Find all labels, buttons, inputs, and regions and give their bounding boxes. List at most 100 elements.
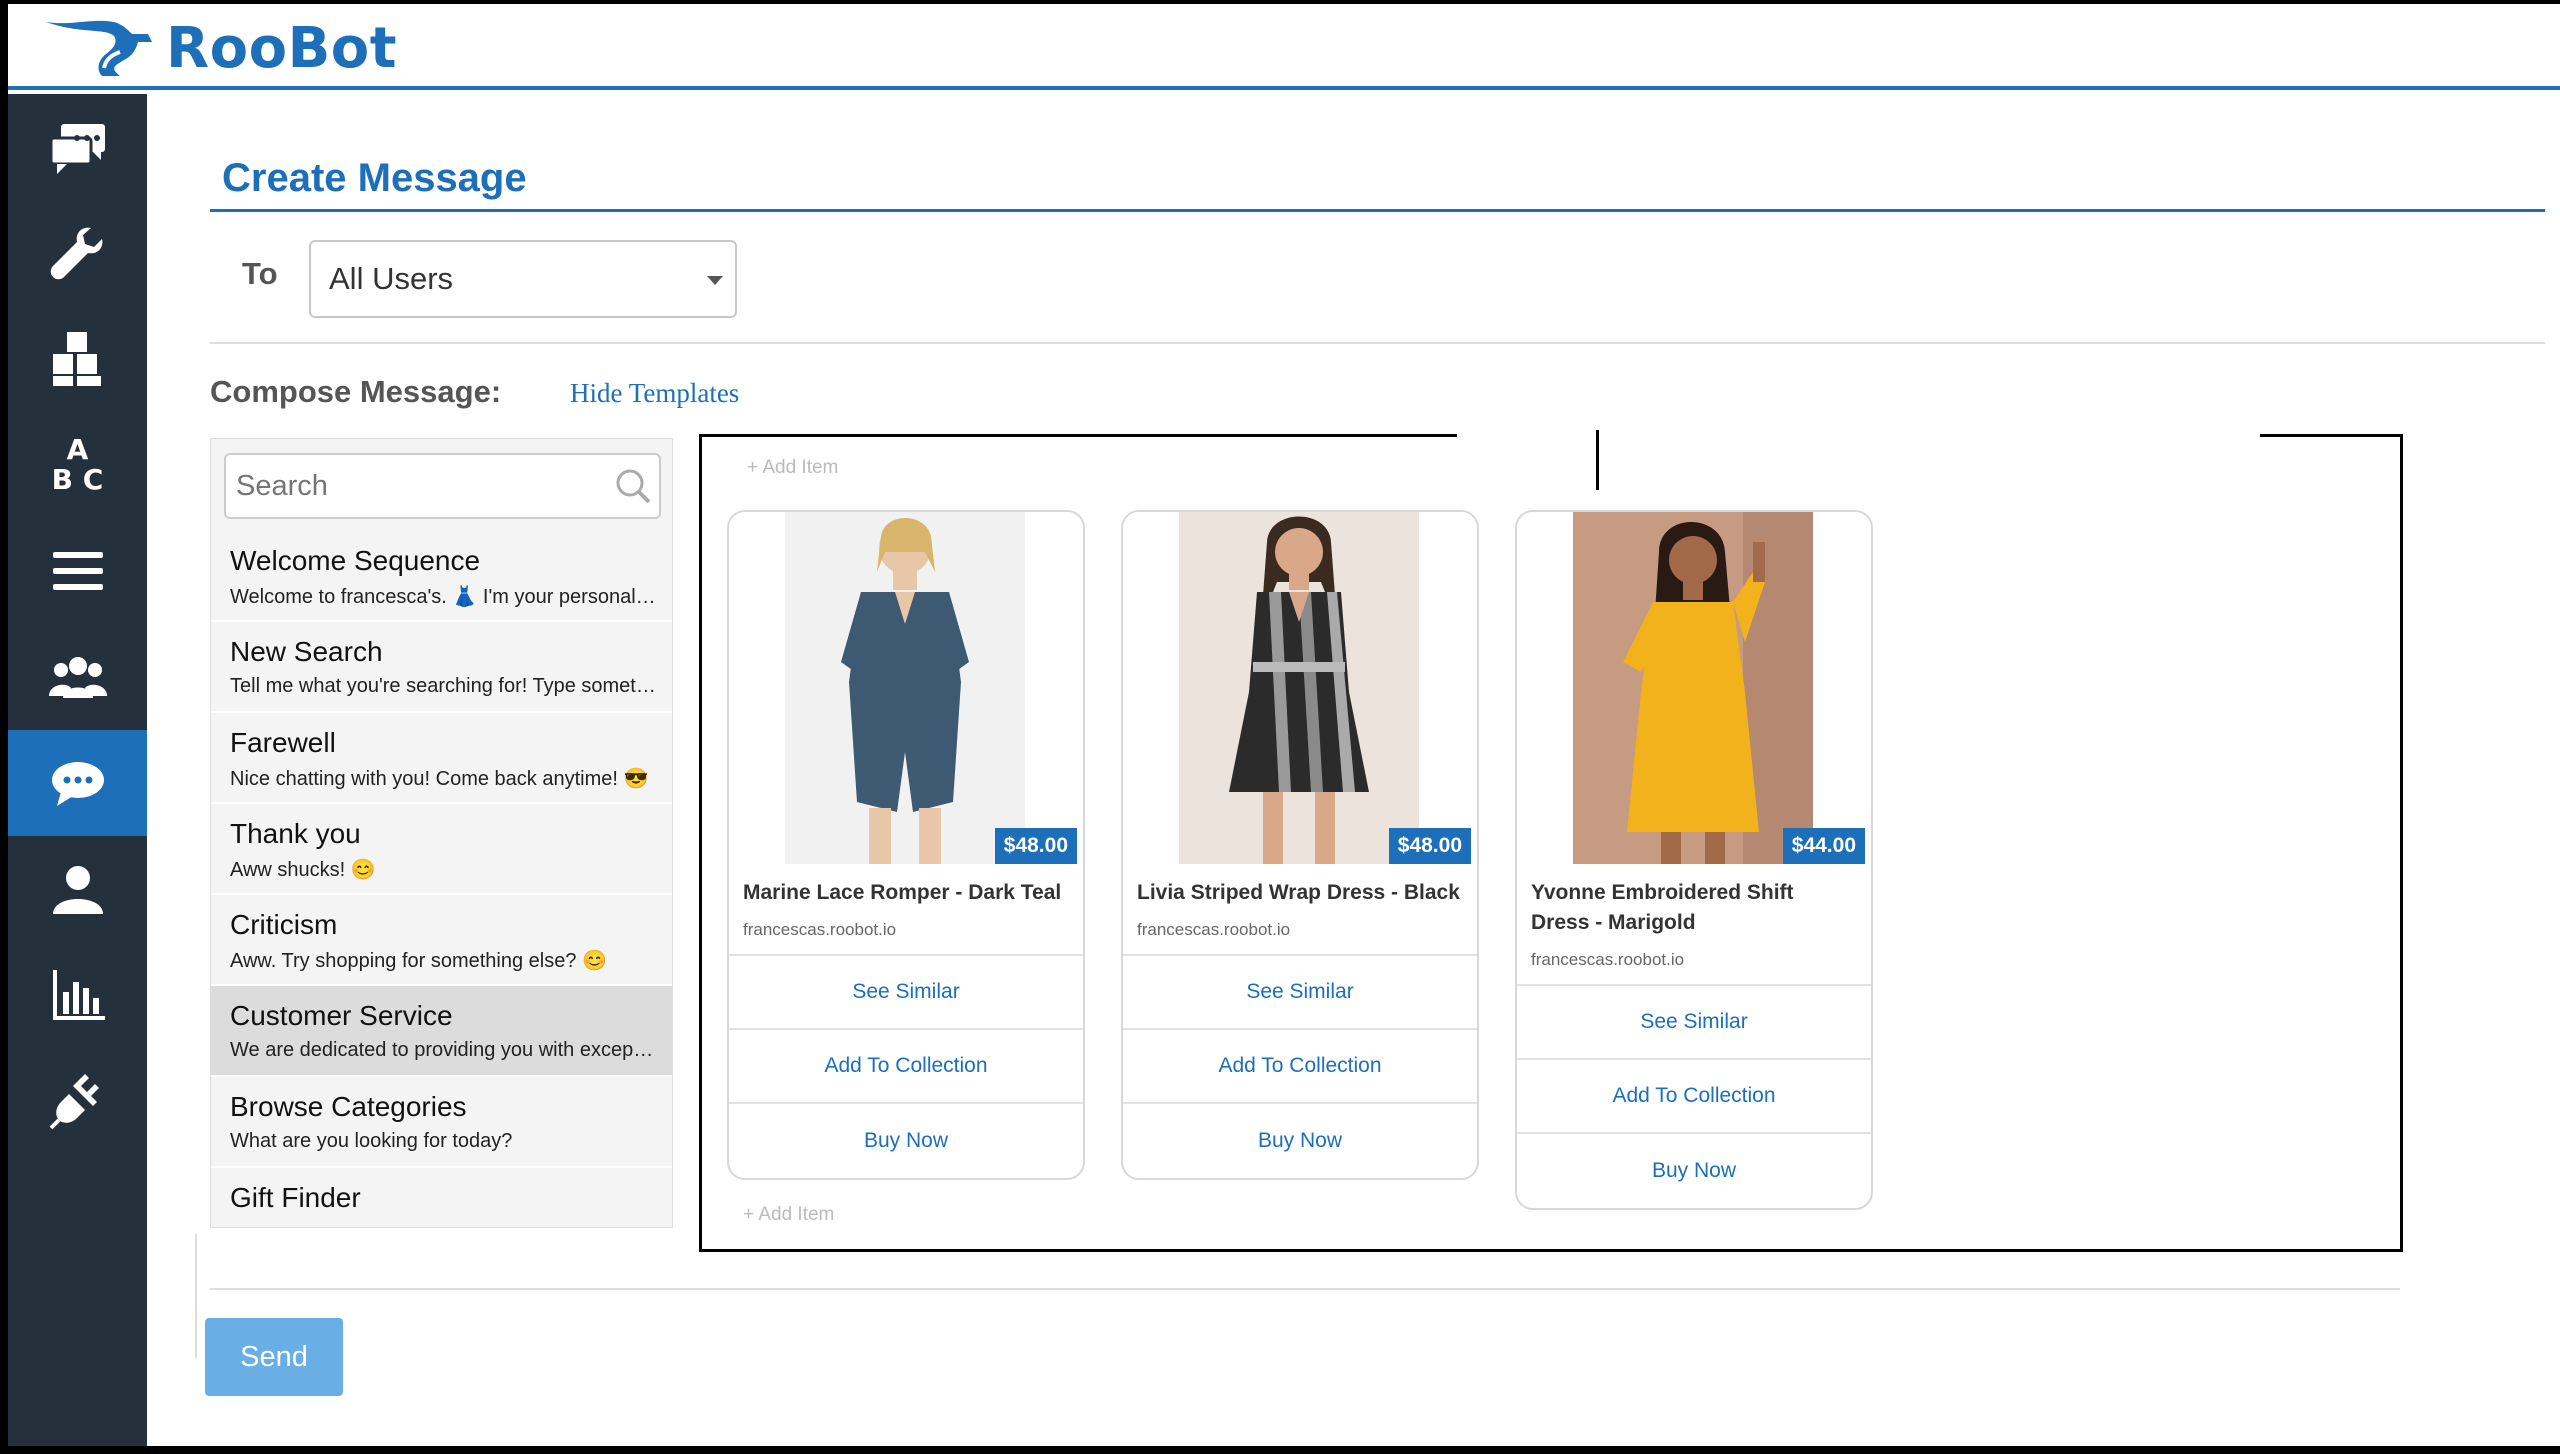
sidebar-item-tools[interactable] — [8, 200, 147, 306]
footer-divider — [210, 1288, 2400, 1290]
product-card: $48.00 Livia Striped Wrap Dress - Black … — [1121, 510, 1479, 1180]
product-info: Livia Striped Wrap Dress - Black frances… — [1123, 864, 1477, 956]
roobot-logo[interactable]: RooBot — [40, 12, 397, 84]
send-button[interactable]: Send — [205, 1318, 343, 1396]
template-preview: What are you looking for today? — [230, 1130, 513, 1152]
template-name: New Search — [230, 636, 383, 667]
product-card: $44.00 Yvonne Embroidered Shift Dress - … — [1515, 510, 1873, 1210]
product-image[interactable]: $44.00 — [1517, 512, 1871, 864]
abc-icon: A B C — [52, 435, 104, 495]
price-badge: $48.00 — [1388, 828, 1471, 864]
buy-now-button[interactable]: Buy Now — [1123, 1104, 1477, 1178]
add-item-bottom-link[interactable]: + Add Item — [743, 1204, 834, 1226]
template-name: Criticism — [230, 909, 338, 940]
sidebar-item-profile[interactable] — [8, 836, 147, 942]
template-item-browse-categories[interactable]: Browse Categories What are you looking f… — [211, 1077, 672, 1168]
template-item-criticism[interactable]: Criticism Aww. Try shopping for somethin… — [211, 895, 672, 986]
top-header: RooBot — [8, 4, 2560, 90]
shift-dress-photo — [1573, 512, 1813, 864]
product-info: Yvonne Embroidered Shift Dress - Marigol… — [1517, 864, 1871, 986]
template-name: Farewell — [230, 727, 336, 758]
abc-icon-letter-a: A — [66, 433, 89, 466]
sidebar-item-conversations[interactable] — [8, 94, 147, 200]
sidebar-item-blocks[interactable] — [8, 306, 147, 412]
template-search-input[interactable] — [226, 455, 586, 517]
product-name[interactable]: Marine Lace Romper - Dark Teal — [743, 878, 1069, 908]
sidebar-item-integrations[interactable] — [8, 1048, 147, 1154]
romper-photo — [785, 512, 1025, 864]
blocks-icon — [52, 332, 101, 386]
template-name: Gift Finder — [230, 1182, 361, 1213]
app-window: RooBot A B C Create Message To All Users… — [8, 4, 2560, 1446]
users-icon — [48, 657, 107, 698]
price-badge: $44.00 — [1782, 828, 1865, 864]
sidebar-item-users[interactable] — [8, 624, 147, 730]
product-domain: francescas.roobot.io — [1137, 920, 1291, 939]
template-item-farewell[interactable]: Farewell Nice chatting with you! Come ba… — [211, 713, 672, 804]
see-similar-button[interactable]: See Similar — [1517, 986, 1871, 1060]
sidebar-item-abc[interactable]: A B C — [8, 412, 147, 518]
user-icon — [52, 866, 103, 914]
template-preview: We are dedicated to providing you with e… — [230, 1039, 658, 1061]
add-item-top-link[interactable]: + Add Item — [747, 457, 838, 479]
app-name: RooBot — [166, 15, 397, 81]
template-preview: Nice chatting with you! Come back anytim… — [230, 768, 649, 790]
product-image[interactable]: $48.00 — [1123, 512, 1477, 864]
recipient-select-value: All Users — [329, 261, 454, 296]
template-preview: Welcome to francesca's. 👗 I'm your perso… — [230, 586, 658, 608]
product-domain: francescas.roobot.io — [743, 920, 897, 939]
canvas-border-gap — [1457, 432, 2260, 438]
template-item-customer-service[interactable]: Customer Service We are dedicated to pro… — [211, 986, 672, 1077]
menu-icon — [52, 552, 103, 590]
template-preview: Aww shucks! 😊 — [230, 859, 376, 881]
template-list: Welcome Sequence Welcome to francesca's.… — [211, 531, 672, 1227]
canvas-border-notch — [1596, 430, 1599, 490]
wrench-icon — [50, 227, 102, 280]
page-title: Create Message — [222, 156, 527, 200]
product-card: $48.00 Marine Lace Romper - Dark Teal fr… — [727, 510, 1085, 1180]
add-to-collection-button[interactable]: Add To Collection — [1517, 1060, 1871, 1134]
search-icon[interactable] — [613, 466, 653, 506]
hide-templates-link[interactable]: Hide Templates — [570, 378, 739, 409]
buy-now-button[interactable]: Buy Now — [729, 1104, 1083, 1178]
template-item-thank-you[interactable]: Thank you Aww shucks! 😊 — [211, 804, 672, 895]
buy-now-button[interactable]: Buy Now — [1517, 1134, 1871, 1208]
sidebar-item-menu[interactable] — [8, 518, 147, 624]
sidebar-item-messages[interactable] — [8, 730, 147, 836]
recipient-select[interactable]: All Users — [309, 240, 737, 318]
template-item-new-search[interactable]: New Search Tell me what you're searching… — [211, 622, 672, 713]
template-name: Thank you — [230, 818, 361, 849]
title-divider — [210, 209, 2545, 212]
template-item-welcome-sequence[interactable]: Welcome Sequence Welcome to francesca's.… — [211, 531, 672, 622]
product-domain: francescas.roobot.io — [1531, 950, 1685, 969]
add-to-collection-button[interactable]: Add To Collection — [729, 1030, 1083, 1104]
template-item-gift-finder[interactable]: Gift Finder — [211, 1168, 672, 1227]
templates-panel: Welcome Sequence Welcome to francesca's.… — [210, 438, 673, 1228]
plugin-icon — [49, 1074, 99, 1130]
template-name: Welcome Sequence — [230, 545, 481, 576]
message-icon — [51, 762, 104, 806]
product-name[interactable]: Livia Striped Wrap Dress - Black — [1137, 878, 1463, 908]
product-info: Marine Lace Romper - Dark Teal francesca… — [729, 864, 1083, 956]
template-name: Customer Service — [230, 1000, 453, 1031]
template-name: Browse Categories — [230, 1091, 467, 1122]
template-search — [224, 453, 661, 519]
sidebar: A B C — [8, 94, 147, 1446]
sidebar-item-analytics[interactable] — [8, 942, 147, 1048]
compose-left-border — [195, 1234, 197, 1358]
product-name[interactable]: Yvonne Embroidered Shift Dress - Marigol… — [1531, 878, 1857, 938]
add-to-collection-button[interactable]: Add To Collection — [1123, 1030, 1477, 1104]
compose-label: Compose Message: — [210, 374, 502, 409]
chat-bubbles-icon — [49, 124, 105, 174]
to-label: To — [242, 256, 278, 291]
main-content: Create Message To All Users Compose Mess… — [147, 94, 2560, 1446]
kangaroo-logo-icon — [46, 20, 152, 76]
analytics-icon — [52, 970, 105, 1020]
product-image[interactable]: $48.00 — [729, 512, 1083, 864]
abc-icon-letters-bc: B C — [51, 463, 104, 496]
section-divider — [210, 342, 2545, 344]
template-preview: Tell me what you're searching for! Type … — [230, 675, 658, 697]
see-similar-button[interactable]: See Similar — [729, 956, 1083, 1030]
see-similar-button[interactable]: See Similar — [1123, 956, 1477, 1030]
template-preview: Aww. Try shopping for something else? 😊 — [230, 950, 607, 972]
